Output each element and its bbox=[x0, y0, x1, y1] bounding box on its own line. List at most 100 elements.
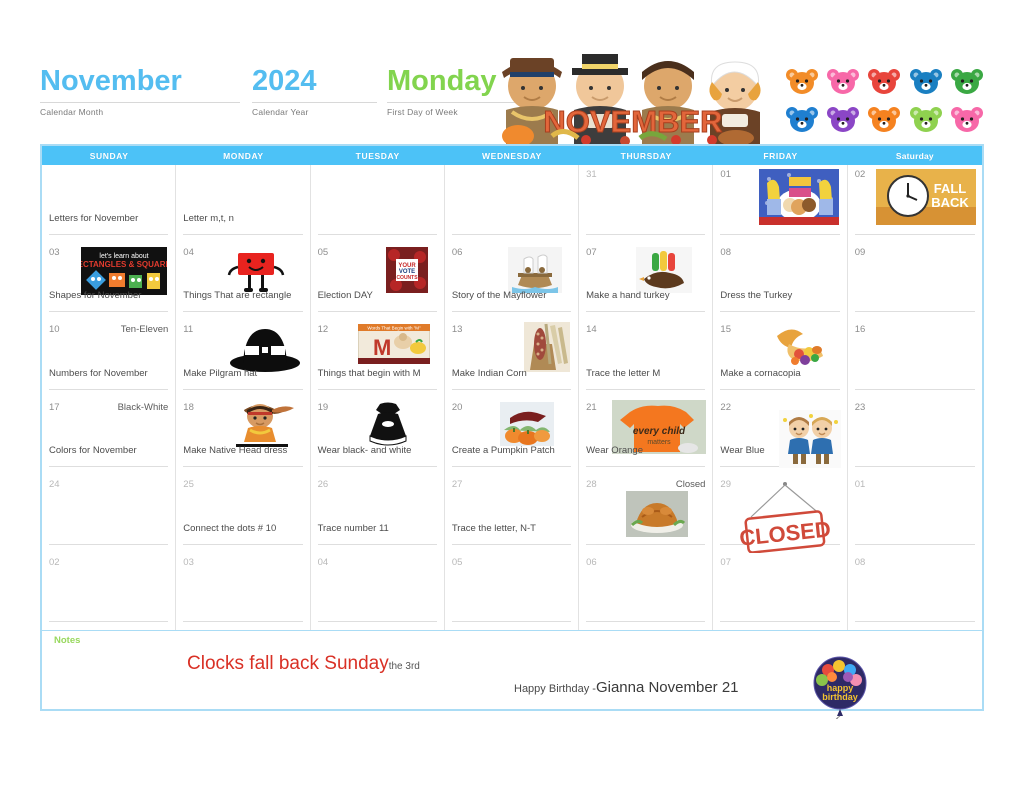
day-cell-rule bbox=[586, 543, 706, 545]
calendar-day-cell[interactable]: every child matters 21 Wear Orange bbox=[579, 397, 714, 475]
calendar-day-cell[interactable]: 28 Closed bbox=[579, 475, 714, 553]
calendar-day-cell[interactable]: 06 Story of the Mayflower bbox=[445, 242, 580, 320]
day-number: 02 bbox=[49, 556, 60, 568]
clocks-note-main: Clocks fall back Sunday bbox=[187, 653, 389, 674]
calendar-day-cell[interactable] bbox=[311, 165, 445, 243]
calendar-day-cell[interactable]: 24 bbox=[42, 475, 177, 553]
calendar-grid: SUNDAY MONDAY TUESDAY WEDNESDAY THURSDAY FRID… bbox=[40, 144, 984, 720]
day-cell-rule bbox=[183, 620, 303, 622]
year-field[interactable]: 2024 Calendar Year bbox=[252, 62, 377, 117]
calendar-weeks: Letters for November Letter m,t, n 31 01 FAL… bbox=[42, 165, 982, 630]
calendar-day-cell[interactable]: 01 bbox=[713, 165, 848, 243]
calendar-day-cell[interactable]: CLOSED 29 bbox=[713, 475, 848, 553]
calendar-day-cell[interactable]: 20 Create a Pumpkin Patch bbox=[445, 397, 580, 475]
calendar-day-cell[interactable]: 15 Make a cornacopia bbox=[713, 320, 848, 398]
day-number: 31 bbox=[586, 169, 597, 180]
day-number: 08 bbox=[720, 246, 731, 258]
calendar-day-cell[interactable]: 11 Make Pilgram hat bbox=[176, 320, 311, 398]
calendar-day-cell[interactable]: 10 Ten-Eleven Numbers for November bbox=[42, 320, 177, 398]
day-cell-rule bbox=[183, 311, 303, 312]
calendar-day-cell[interactable]: 04 bbox=[311, 552, 445, 630]
calendar-week-row: 10 Ten-Eleven Numbers for November 11 Make P… bbox=[42, 320, 982, 398]
calendar-day-cell[interactable]: 27 Trace the letter, N-T bbox=[445, 475, 580, 553]
calendar-day-cell[interactable]: 01 bbox=[848, 475, 982, 553]
calendar-day-cell[interactable]: 25 Connect the dots # 10 bbox=[176, 475, 311, 553]
month-value: November bbox=[40, 65, 182, 97]
calendar-day-cell[interactable]: 16 bbox=[848, 320, 982, 398]
day-cell-rule bbox=[854, 620, 975, 622]
month-field[interactable]: November Calendar Month bbox=[40, 62, 240, 117]
svg-text:birthday: birthday bbox=[822, 692, 858, 702]
clocks-note-small: the 3rd bbox=[388, 661, 420, 672]
day-cell-rule bbox=[49, 388, 169, 390]
calendar-day-cell[interactable]: FALL BACK 02 bbox=[848, 165, 982, 243]
calendar-day-cell[interactable]: 07 Make a hand turkey bbox=[579, 242, 714, 320]
day-top-line: 12 bbox=[318, 324, 437, 336]
calendar-day-cell[interactable]: YOUR VOTE COUNTS 05 Election DAY bbox=[311, 242, 445, 320]
calendar-day-cell[interactable]: 02 bbox=[42, 552, 177, 630]
calendar-day-cell[interactable]: 06 bbox=[579, 552, 714, 630]
day-top-line: 03 bbox=[183, 557, 302, 569]
year-caption: Calendar Year bbox=[252, 107, 309, 117]
day-number: 03 bbox=[49, 246, 60, 258]
day-cell-rule bbox=[451, 466, 572, 467]
day-event-text: Trace the letter M bbox=[586, 367, 661, 379]
day-cell-rule bbox=[586, 311, 706, 312]
calendar-day-cell[interactable]: 07 bbox=[713, 552, 848, 630]
day-number: 29 bbox=[720, 479, 731, 490]
bear-face-icon bbox=[785, 105, 819, 135]
day-number: 21 bbox=[586, 401, 597, 413]
calendar-day-cell[interactable]: 04 Things That are rectangle bbox=[176, 242, 311, 320]
calendar-day-cell[interactable]: Letter m,t, n bbox=[176, 165, 311, 243]
bear-face-icon bbox=[950, 67, 984, 97]
calendar-day-cell[interactable] bbox=[445, 165, 580, 243]
day-number: 13 bbox=[451, 324, 463, 335]
day-top-line: 14 bbox=[586, 324, 705, 336]
bear-face-icon bbox=[826, 105, 860, 135]
calendar-day-cell[interactable]: 08 bbox=[848, 553, 982, 630]
day-top-line: 23 bbox=[855, 402, 975, 414]
calendar-day-cell[interactable]: Letters for November bbox=[42, 165, 177, 243]
day-event-text: Election DAY bbox=[317, 290, 373, 301]
calendar-day-cell[interactable]: 14 Trace the letter M bbox=[579, 320, 714, 398]
day-cell-rule bbox=[586, 388, 706, 390]
day-number: 01 bbox=[720, 169, 731, 180]
calendar-day-cell[interactable]: 05 bbox=[445, 552, 580, 630]
month-underline bbox=[40, 102, 240, 103]
bear-face-icon bbox=[785, 67, 819, 97]
calendar-day-cell[interactable]: Words That Begin with "M" M 12 Things that … bbox=[311, 320, 445, 398]
day-event-text: Colors for November bbox=[49, 445, 137, 456]
calendar-day-cell[interactable]: 09 bbox=[848, 243, 982, 321]
weekday-header-monday: MONDAY bbox=[223, 150, 264, 161]
day-event-text: Letter m,t, n bbox=[183, 212, 234, 224]
calendar-day-cell[interactable]: 17 Black-White Colors for November bbox=[42, 397, 177, 475]
calendar-day-cell[interactable]: let's learn aboutRECTANGLES & SQUARES03S… bbox=[42, 242, 177, 320]
day-number: 25 bbox=[183, 479, 194, 490]
day-cell-rule bbox=[451, 620, 572, 622]
calendar-day-cell[interactable]: 03 bbox=[176, 552, 311, 630]
day-event-text: Make a cornacopia bbox=[720, 367, 801, 379]
day-event-text: Wear Blue bbox=[720, 445, 765, 456]
notes-section: Notes Clocks fall back Sundaythe 3rd Hap… bbox=[42, 630, 982, 720]
day-event-text: Letters for November bbox=[49, 212, 139, 224]
calendar-day-cell[interactable]: 26 Trace number 11 bbox=[311, 475, 445, 553]
calendar-day-cell[interactable]: 31 bbox=[579, 165, 714, 243]
day-event-text: Trace number 11 bbox=[317, 522, 389, 534]
closed-sign-image: CLOSED bbox=[737, 481, 833, 553]
day-cell-rule bbox=[49, 233, 169, 235]
day-number: 22 bbox=[720, 401, 731, 413]
day-cell-rule bbox=[854, 233, 975, 235]
calendar-day-cell[interactable]: 13 Make Indian Corn bbox=[445, 320, 580, 398]
calendar-day-cell[interactable]: 23 bbox=[848, 398, 982, 476]
day-top-line: 16 bbox=[855, 324, 975, 336]
birthday-balloon-image: happy birthday bbox=[808, 653, 874, 720]
day-cell-rule bbox=[49, 543, 169, 545]
calendar-day-cell[interactable]: 08 Dress the Turkey bbox=[713, 242, 848, 320]
day-cell-rule bbox=[720, 233, 840, 235]
svg-text:FALL: FALL bbox=[934, 181, 967, 196]
day-top-line: 15 bbox=[720, 324, 839, 336]
day-note: Ten-Eleven bbox=[120, 324, 169, 335]
calendar-day-cell[interactable]: 22 Wear Blue bbox=[713, 397, 848, 475]
calendar-day-cell[interactable]: 18 Make Native Head dress bbox=[176, 397, 311, 475]
calendar-day-cell[interactable]: 19 Wear black- and white bbox=[311, 397, 445, 475]
